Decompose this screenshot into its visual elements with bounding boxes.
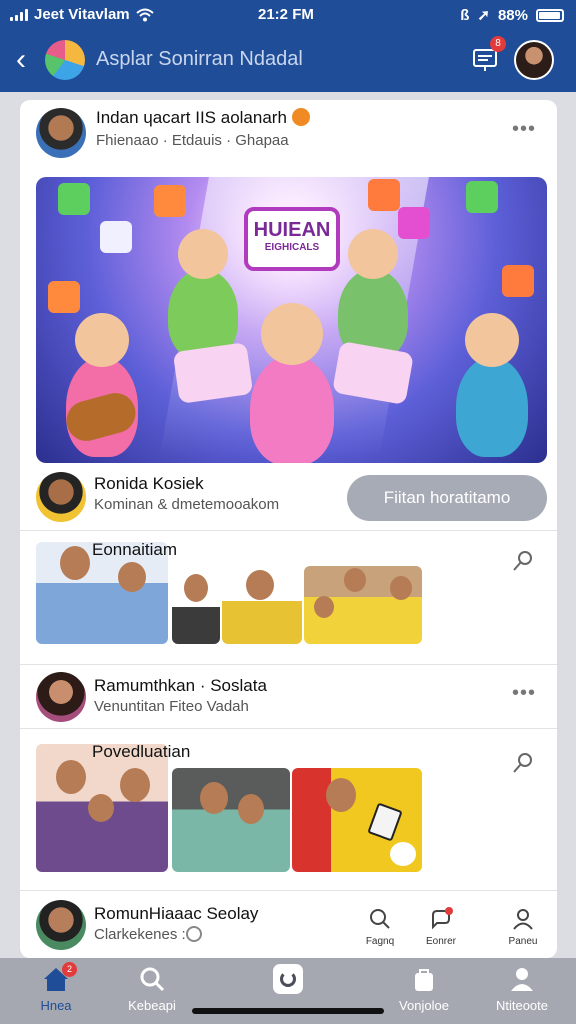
home-badge: 2	[62, 962, 77, 977]
floating-tile	[368, 179, 400, 211]
tab-profile[interactable]: Ntiteoote	[482, 964, 562, 1013]
status-bar: Jeet Vitavlam 21:2 FM ß ➚ 88%	[0, 0, 576, 30]
person-icon	[511, 968, 533, 991]
action-label: Fagnq	[365, 936, 395, 947]
author-avatar[interactable]	[36, 108, 86, 158]
floating-tile	[100, 221, 132, 253]
floating-tile	[48, 281, 80, 313]
clock: 21:2 FM	[258, 6, 314, 23]
back-chevron-icon[interactable]: ‹	[16, 45, 42, 76]
search-icon	[370, 909, 390, 929]
gallery-photo[interactable]	[304, 566, 422, 644]
app-bar: ‹ Asplar Sonirran Ndadal 8	[0, 36, 576, 86]
creator-avatar[interactable]	[36, 472, 86, 522]
tab-label: Vonjoloe	[399, 998, 449, 1013]
gallery-photo[interactable]	[222, 566, 302, 644]
wifi-icon	[135, 8, 154, 21]
action-label: Paneu	[508, 936, 538, 947]
tab-label: Ntiteoote	[495, 998, 549, 1013]
create-icon	[273, 964, 303, 994]
tab-bag[interactable]: Vonjoloe	[384, 964, 464, 1013]
bag-icon	[415, 969, 433, 991]
kid-figure	[250, 303, 334, 463]
action-profile[interactable]: Paneu	[498, 906, 548, 947]
gallery-photo[interactable]	[292, 768, 422, 872]
gallery-photo[interactable]	[36, 744, 168, 872]
signal-icon	[10, 8, 28, 21]
divider	[20, 530, 557, 531]
action-comment[interactable]: Eonrer	[416, 906, 466, 947]
section-title: Eonnaitiam	[92, 540, 178, 559]
battery-icon	[536, 8, 564, 22]
section-title: Povedluatian	[92, 742, 191, 761]
comment-icon	[432, 907, 453, 930]
hero-sign-sub: EIGHICALS	[264, 242, 320, 253]
floating-tile	[58, 183, 90, 215]
battery-label: 88%	[497, 6, 528, 24]
more-options-icon[interactable]: •••	[512, 682, 536, 705]
author-subtitle: Fhienaao · Etdauis · Ghapaa	[96, 132, 289, 149]
globe-icon	[186, 926, 202, 942]
pin-icon[interactable]	[510, 750, 536, 776]
action-label: Eonrer	[425, 936, 456, 947]
page-title: Asplar Sonirran Ndadal	[96, 48, 303, 70]
divider	[20, 890, 557, 891]
profile-avatar[interactable]	[514, 40, 554, 80]
tab-bar: 2 Hnea Kebeapi Vonjoloe Ntiteoote	[0, 958, 576, 1024]
creator-subtitle: Kominan & dmetemooakom	[94, 496, 280, 513]
tab-home[interactable]: 2 Hnea	[16, 962, 96, 1013]
tab-search[interactable]: Kebeapi	[112, 964, 192, 1013]
notification-button[interactable]: 8	[470, 36, 506, 74]
footer-user-avatar[interactable]	[36, 900, 86, 950]
author-name[interactable]: Indan ɥacart IIS aolanarh	[96, 108, 287, 128]
gallery-photo[interactable]	[172, 768, 290, 872]
floating-tile	[398, 207, 430, 239]
tablet-prop	[172, 342, 254, 404]
user-subtitle: Venuntitan Fiteo Vadah	[94, 698, 249, 715]
follow-button[interactable]: Fiitan horatitamo	[347, 475, 547, 521]
home-indicator[interactable]	[192, 1008, 384, 1014]
verified-badge-icon	[292, 108, 310, 126]
floating-tile	[154, 185, 186, 217]
hero-sign-main: HUIEAN	[253, 219, 331, 241]
panda-toy	[390, 842, 416, 866]
gallery-photo[interactable]	[172, 570, 220, 644]
tablet-prop	[367, 802, 403, 842]
bluetooth-icon: ß	[460, 6, 470, 24]
tab-create[interactable]	[248, 964, 328, 998]
notification-badge: 8	[490, 36, 506, 52]
hero-sign: HUIEAN EIGHICALS	[244, 207, 340, 271]
app-logo	[45, 40, 85, 80]
footer-user-subtitle: Clarkekenes :	[94, 926, 186, 943]
carrier-label: Jeet Vitavlam	[34, 6, 130, 23]
top-header: Jeet Vitavlam 21:2 FM ß ➚ 88% ‹ Asplar S…	[0, 0, 576, 92]
tab-label: Kebeapi	[128, 998, 176, 1013]
footer-user-name[interactable]: RomunHiaaac Seolay	[94, 904, 258, 924]
status-right: ß ➚ 88%	[460, 6, 564, 24]
feed-card: Indan ɥacart IIS aolanarh Fhienaao · Etd…	[20, 100, 557, 958]
user-name[interactable]: Ramumthkan · Soslata	[94, 676, 267, 696]
divider	[20, 664, 557, 665]
carrier: Jeet Vitavlam	[10, 6, 154, 23]
action-search[interactable]: Fagnq	[355, 906, 405, 947]
person-icon	[513, 909, 533, 930]
kid-figure	[456, 313, 528, 457]
user-avatar[interactable]	[36, 672, 86, 722]
search-icon	[140, 967, 165, 992]
post-hero-image[interactable]: HUIEAN EIGHICALS	[36, 177, 547, 463]
divider	[20, 728, 557, 729]
floating-tile	[466, 181, 498, 213]
pin-icon[interactable]	[510, 548, 536, 574]
creator-name[interactable]: Ronida Kosiek	[94, 474, 204, 494]
location-icon: ➚	[477, 7, 490, 24]
floating-tile	[502, 265, 534, 297]
tab-label: Hnea	[40, 998, 72, 1013]
more-options-icon[interactable]: •••	[512, 118, 536, 141]
